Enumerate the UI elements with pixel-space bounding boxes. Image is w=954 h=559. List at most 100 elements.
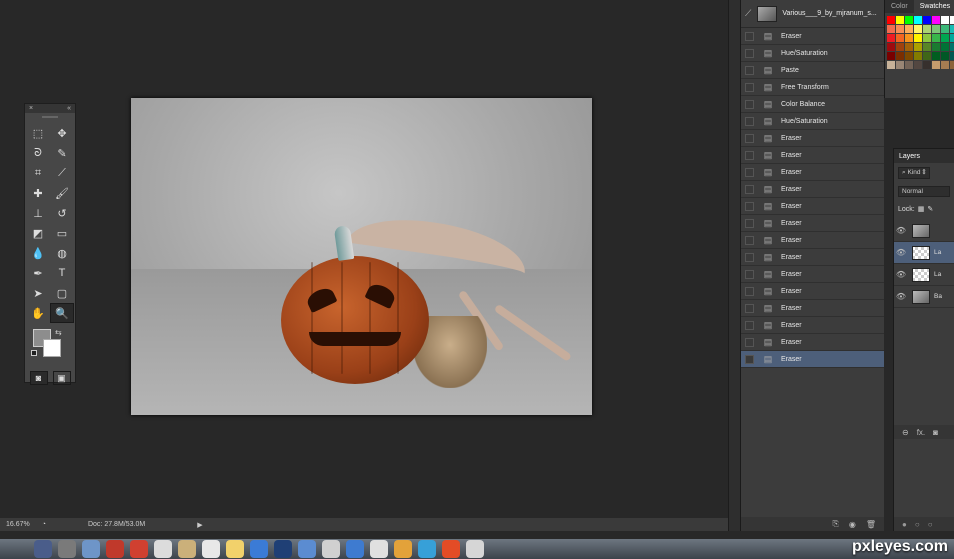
color-swatch[interactable] — [896, 34, 904, 42]
history-brush-checkbox[interactable] — [745, 337, 754, 347]
path-select-tool-icon[interactable]: ➤ — [26, 283, 50, 303]
history-brush-checkbox[interactable] — [745, 150, 754, 160]
history-brush-checkbox[interactable] — [745, 235, 754, 245]
add-mask-icon[interactable]: ◙ — [933, 428, 938, 437]
color-swatch[interactable] — [914, 52, 922, 60]
background-color-swatch[interactable] — [43, 339, 61, 357]
dodge-tool-icon[interactable]: ◍ — [50, 243, 74, 263]
color-swatch[interactable] — [941, 61, 949, 69]
dock-app-icon[interactable] — [34, 540, 52, 558]
lock-image-icon[interactable]: ✎ — [927, 205, 933, 213]
visibility-eye-icon[interactable]: 👁 — [894, 292, 908, 301]
history-brush-checkbox[interactable] — [745, 269, 754, 279]
color-swatch[interactable] — [905, 25, 913, 33]
dock-app-icon[interactable] — [298, 540, 316, 558]
color-swatch[interactable] — [950, 25, 954, 33]
color-swatch[interactable] — [914, 16, 922, 24]
color-swatch[interactable] — [923, 52, 931, 60]
visibility-eye-icon[interactable]: 👁 — [894, 226, 908, 235]
dock-app-icon[interactable] — [418, 540, 436, 558]
color-swatch[interactable] — [905, 43, 913, 51]
color-swatch[interactable] — [932, 34, 940, 42]
layer-row[interactable]: 👁 Ba — [894, 286, 954, 308]
type-tool-icon[interactable]: T — [50, 263, 74, 283]
blur-tool-icon[interactable]: 💧 — [26, 243, 50, 263]
history-brush-source-icon[interactable]: ⟋ — [745, 8, 751, 19]
color-swatch[interactable] — [896, 52, 904, 60]
dock-app-icon[interactable] — [130, 540, 148, 558]
color-swatch[interactable] — [887, 34, 895, 42]
color-swatch[interactable] — [941, 34, 949, 42]
history-state[interactable]: ▤ Eraser — [741, 181, 884, 198]
visibility-eye-icon[interactable]: 👁 — [894, 270, 908, 279]
trash-icon[interactable]: 🗑 — [866, 520, 876, 529]
dock-app-icon[interactable] — [178, 540, 196, 558]
history-state[interactable]: ▤ Eraser — [741, 334, 884, 351]
eyedropper-tool-icon[interactable]: ⟋ — [50, 163, 74, 183]
quick-select-tool-icon[interactable]: ✎ — [50, 143, 74, 163]
history-brush-checkbox[interactable] — [745, 286, 754, 296]
brush-tool-icon[interactable]: 🖌 — [50, 183, 74, 203]
history-state[interactable]: ▤ Eraser — [741, 232, 884, 249]
link-layers-icon[interactable]: ⊖ — [902, 428, 909, 437]
eraser-tool-icon[interactable]: ◩ — [26, 223, 50, 243]
layer-row[interactable]: 👁 La — [894, 264, 954, 286]
history-state[interactable]: ▤ Eraser — [741, 130, 884, 147]
color-swatch[interactable] — [896, 25, 904, 33]
color-swatch[interactable] — [950, 52, 954, 60]
dock-app-icon[interactable] — [106, 540, 124, 558]
history-state[interactable]: ▤ Hue/Saturation — [741, 45, 884, 62]
image-canvas[interactable] — [131, 98, 592, 415]
gradient-tool-icon[interactable]: ▭ — [50, 223, 74, 243]
history-state[interactable]: ▤ Eraser — [741, 28, 884, 45]
color-swatch[interactable] — [932, 52, 940, 60]
color-swatch[interactable] — [932, 43, 940, 51]
visibility-eye-icon[interactable]: 👁 — [894, 248, 908, 257]
tab-layers[interactable]: Layers — [894, 149, 954, 163]
tab-swatches[interactable]: Swatches — [913, 0, 954, 13]
panel-grip[interactable] — [42, 116, 58, 118]
history-brush-checkbox[interactable] — [745, 320, 754, 330]
swap-colors-icon[interactable]: ⇆ — [55, 328, 62, 337]
color-swatch[interactable] — [914, 25, 922, 33]
color-swatch[interactable] — [887, 25, 895, 33]
color-swatch[interactable] — [887, 16, 895, 24]
history-brush-checkbox[interactable] — [745, 303, 754, 313]
marquee-tool-icon[interactable]: ⬚ — [26, 123, 50, 143]
color-swatch[interactable] — [950, 61, 954, 69]
history-state[interactable]: ▤ Eraser — [741, 164, 884, 181]
history-brush-checkbox[interactable] — [745, 65, 754, 75]
pen-tool-icon[interactable]: ✒ — [26, 263, 50, 283]
color-swatch[interactable] — [932, 25, 940, 33]
document-workspace[interactable]: × « ⬚ ✥ ᘐ ✎ ⌗ ⟋ ✚ 🖌 ⊥ ↺ ◩ ▭ 💧 ◍ ✒ T ➤ ▢ ✋ 🔍 ⇆ ◙ ▣ — [0, 0, 728, 518]
color-swatch[interactable] — [896, 16, 904, 24]
layer-row[interactable]: 👁 — [894, 220, 954, 242]
quick-mask-icon[interactable]: ◙ — [29, 371, 48, 385]
color-swatch[interactable] — [941, 25, 949, 33]
dock-app-icon[interactable] — [466, 540, 484, 558]
dock-app-icon[interactable] — [442, 540, 460, 558]
default-colors-icon[interactable] — [31, 350, 37, 356]
color-swatch[interactable] — [932, 16, 940, 24]
history-brush-checkbox[interactable] — [745, 82, 754, 92]
history-brush-checkbox[interactable] — [745, 31, 754, 41]
status-arrow-icon[interactable]: ▶ — [191, 521, 208, 529]
history-brush-tool-icon[interactable]: ↺ — [50, 203, 74, 223]
new-document-from-state-icon[interactable]: ⎘ — [832, 519, 838, 529]
history-state[interactable]: ▤ Hue/Saturation — [741, 113, 884, 130]
history-state[interactable]: ▤ Eraser — [741, 300, 884, 317]
color-swatch[interactable] — [887, 52, 895, 60]
circle-icon[interactable]: ● — [902, 520, 907, 529]
color-swatch[interactable] — [932, 61, 940, 69]
color-swatch[interactable] — [941, 52, 949, 60]
blend-mode-dropdown[interactable]: Normal — [898, 185, 950, 197]
dock-app-icon[interactable] — [58, 540, 76, 558]
dock-app-icon[interactable] — [250, 540, 268, 558]
color-swatch[interactable] — [923, 34, 931, 42]
camera-icon[interactable]: ◉ — [849, 520, 856, 529]
dock-app-icon[interactable] — [322, 540, 340, 558]
hand-tool-icon[interactable]: ✋ — [26, 303, 50, 323]
circle-outline-icon[interactable]: ○ — [915, 520, 920, 529]
move-tool-icon[interactable]: ✥ — [50, 123, 74, 143]
dock-app-icon[interactable] — [226, 540, 244, 558]
